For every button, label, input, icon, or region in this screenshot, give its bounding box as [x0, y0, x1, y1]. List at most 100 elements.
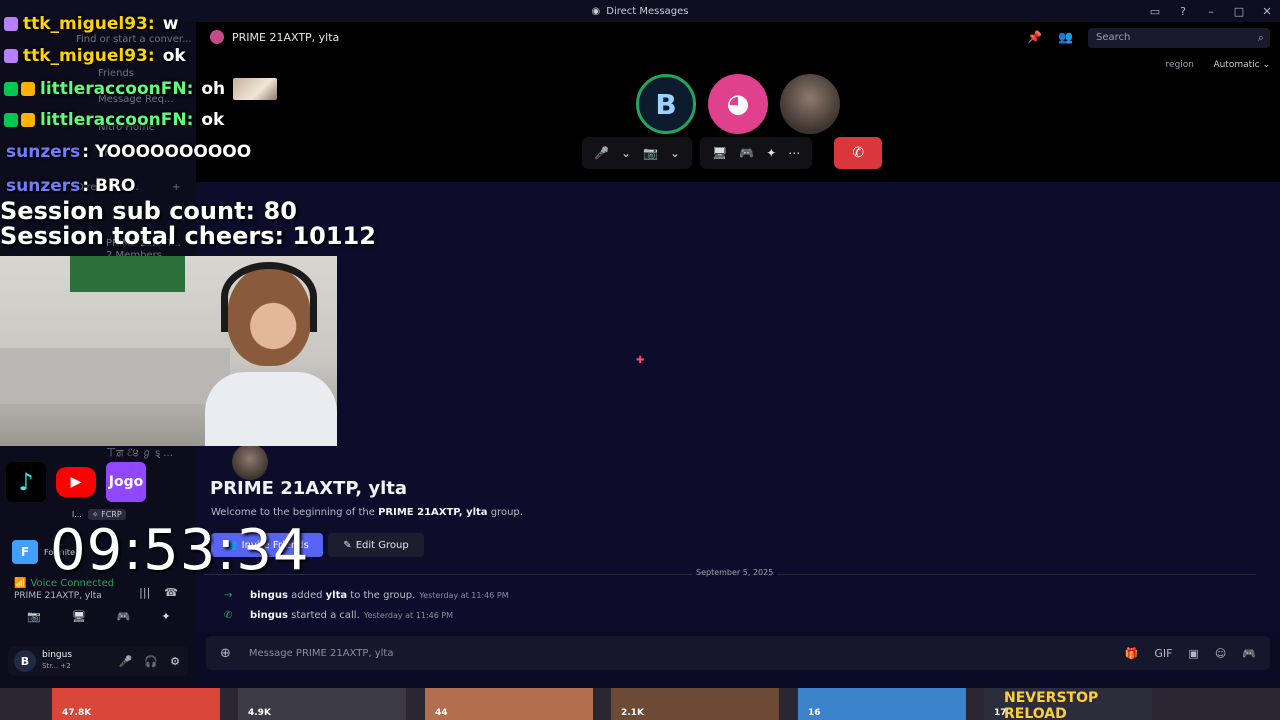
user-info[interactable]: bingus Str... +2 — [42, 650, 72, 672]
invite-label: Invite Friends — [241, 539, 309, 551]
maximize-icon[interactable]: □ — [1232, 5, 1246, 18]
thumbnail[interactable]: 44 — [425, 688, 593, 720]
help-icon[interactable]: ? — [1176, 5, 1190, 18]
fcrp-entry[interactable]: l... ✧ FCRP — [72, 509, 126, 520]
thumbnail[interactable]: 17 NEVERSTOP RELOAD — [984, 688, 1152, 720]
fortnite-tile[interactable]: F — [12, 540, 38, 564]
chevron-down-icon[interactable]: ⌄ — [621, 146, 631, 160]
screen-share-icon[interactable]: 🖥 — [712, 146, 727, 160]
sticker-icon[interactable]: ▣ — [1188, 647, 1198, 660]
signal-icon: 📶 — [14, 578, 27, 589]
user-status-extra: +2 — [60, 662, 71, 670]
composer-icons: 🎁 GIF ▣ ☺ 🎮 — [1125, 647, 1256, 660]
noise-suppression-icon[interactable]: ||| — [139, 586, 150, 599]
microphone-icon[interactable]: 🎤 — [594, 146, 609, 160]
dm-section-header: Direct Mes... — [76, 182, 139, 193]
activity-icon[interactable]: 🎮 — [117, 610, 131, 623]
attach-plus-icon[interactable]: ⊕ — [220, 646, 231, 661]
screen-share-icon[interactable]: 🖥 — [72, 610, 86, 623]
thumbnail-count: 4.9K — [248, 708, 271, 718]
add-user-icon: 👥 — [225, 539, 238, 551]
participant-avatar-bingus[interactable]: B — [636, 74, 696, 134]
edit-group-button[interactable]: ✎ Edit Group — [328, 533, 424, 557]
gear-icon[interactable]: ⚙ — [170, 655, 180, 668]
inbox-icon[interactable]: ▭ — [1148, 5, 1162, 18]
join-arrow-icon: → — [224, 590, 233, 601]
thumbnail[interactable]: 4.9K — [238, 688, 406, 720]
screen: ◉ Direct Messages ▭ ? – □ ✕ Find or star… — [0, 0, 1280, 720]
region-select[interactable]: Automatic ⌄ — [1213, 60, 1270, 70]
gift-icon[interactable]: 🎁 — [1125, 647, 1139, 660]
voice-status-panel: 📶 Voice Connected PRIME 21AXTP, ylta ||| … — [14, 578, 186, 601]
user-panel: B bingus Str... +2 🎤 🎧 ⚙ — [8, 646, 188, 676]
search-input[interactable]: Search ⌕ — [1088, 28, 1270, 48]
region-label: region — [1165, 60, 1194, 70]
date-divider: September 5, 2025 — [692, 568, 778, 577]
call-controls: 🎤 ⌄ 📷 ⌄ 🖥 🎮 ✦ ⋯ ✆ — [582, 137, 883, 169]
system-message: ✆ bingus started a call. Yesterday at 11:… — [224, 610, 453, 621]
gif-icon[interactable]: GIF — [1154, 647, 1172, 660]
user-status-text: Str... — [42, 662, 59, 670]
sidebar-item-message-requests[interactable]: Message Req... — [98, 94, 174, 105]
stream-thumbnails: 47.8K 4.9K 44 2.1K 16 17 NEVERSTOP RELOAD — [0, 688, 1280, 720]
soundboard-icon[interactable]: ✦ — [766, 146, 776, 160]
emoji-icon[interactable]: ☺ — [1215, 647, 1226, 660]
end-call-button[interactable]: ✆ — [834, 137, 883, 169]
message-rest: to the group. — [347, 590, 416, 601]
headphones-icon[interactable]: 🎧 — [144, 655, 158, 668]
thumbnail[interactable]: 47.8K — [52, 688, 220, 720]
microphone-icon[interactable]: 🎤 — [119, 655, 133, 668]
voice-icons: ||| ☎ — [139, 586, 178, 599]
sidebar-dm-group[interactable]: PRIME 21AXT... — [106, 238, 181, 249]
message-author[interactable]: bingus — [250, 590, 288, 601]
add-friends-icon[interactable]: 👥 — [1058, 30, 1073, 44]
camera-off-icon[interactable]: 📷 — [643, 146, 658, 160]
invite-friends-button[interactable]: 👥 Invite Friends — [211, 533, 323, 557]
region-value: Automatic — [1213, 60, 1260, 70]
participant-avatar-ylta[interactable] — [780, 74, 840, 134]
pin-icon[interactable]: 📌 — [1027, 30, 1042, 44]
chevron-down-icon[interactable]: ⌄ — [670, 146, 680, 160]
welcome-avatar — [232, 444, 268, 480]
close-icon[interactable]: ✕ — [1260, 5, 1274, 18]
system-message-text: bingus started a call. Yesterday at 11:46… — [250, 610, 453, 621]
sidebar-item-friends[interactable]: Friends — [98, 68, 134, 79]
group-avatar — [210, 30, 224, 44]
fcrp-name: l... — [72, 510, 82, 519]
camera-icon[interactable]: 📷 — [27, 610, 41, 623]
message-input[interactable]: ⊕ Message PRIME 21AXTP, ylta 🎁 GIF ▣ ☺ 🎮 — [206, 636, 1270, 670]
thumbnail[interactable]: 16 — [798, 688, 966, 720]
system-message: → bingus added ylta to the group. Yesterd… — [224, 590, 509, 601]
dm-header: PRIME 21AXTP, ylta — [210, 30, 339, 44]
phone-icon: ✆ — [224, 610, 233, 621]
thumbnail-title: NEVERSTOP RELOAD — [1004, 690, 1099, 720]
find-conversation-input[interactable]: Find or start a conver... — [76, 34, 192, 45]
sidebar-dm-signature[interactable]: ㄒਗ਼ ℰ੪ ℊ ȿ ... — [106, 444, 173, 459]
call-panel: PRIME 21AXTP, ylta 📌 👥 👤 Search ⌕ region… — [196, 22, 1280, 182]
sidebar-item-nitro[interactable]: Nitro Home — [98, 122, 155, 133]
thumbnail[interactable]: 2.1K — [611, 688, 779, 720]
pencil-icon: ✎ — [343, 539, 352, 551]
minimize-icon[interactable]: – — [1204, 5, 1218, 18]
soundboard-icon[interactable]: ✦ — [161, 610, 170, 623]
activity-icon[interactable]: 🎮 — [739, 146, 754, 160]
search-placeholder: Search — [1096, 32, 1131, 43]
thumbnail-count: 16 — [808, 708, 821, 718]
message-target[interactable]: ylta — [326, 590, 347, 601]
dm-title: PRIME 21AXTP, ylta — [232, 30, 340, 44]
more-icon[interactable]: ⋯ — [788, 146, 800, 160]
thumbnail-count: 47.8K — [62, 708, 92, 718]
message-placeholder: Message PRIME 21AXTP, ylta — [248, 647, 394, 659]
create-dm-icon[interactable]: + — [172, 182, 180, 193]
message-author[interactable]: bingus — [250, 610, 288, 621]
fortnite-tile-label: Fortnite — [44, 548, 75, 557]
participant-avatar-discord[interactable]: ◕ — [708, 74, 768, 134]
sidebar-dm-members: 2 Members — [106, 250, 162, 261]
avatar[interactable]: B — [14, 650, 36, 672]
window-controls: ▭ ? – □ ✕ — [1148, 0, 1274, 22]
sidebar-item-shop[interactable]: Sh — [98, 148, 111, 159]
apps-icon[interactable]: 🎮 — [1242, 647, 1256, 660]
phone-hangup-icon: ✆ — [852, 145, 865, 161]
disconnect-icon[interactable]: ☎ — [164, 586, 178, 599]
user-status: Str... +2 — [42, 661, 72, 672]
